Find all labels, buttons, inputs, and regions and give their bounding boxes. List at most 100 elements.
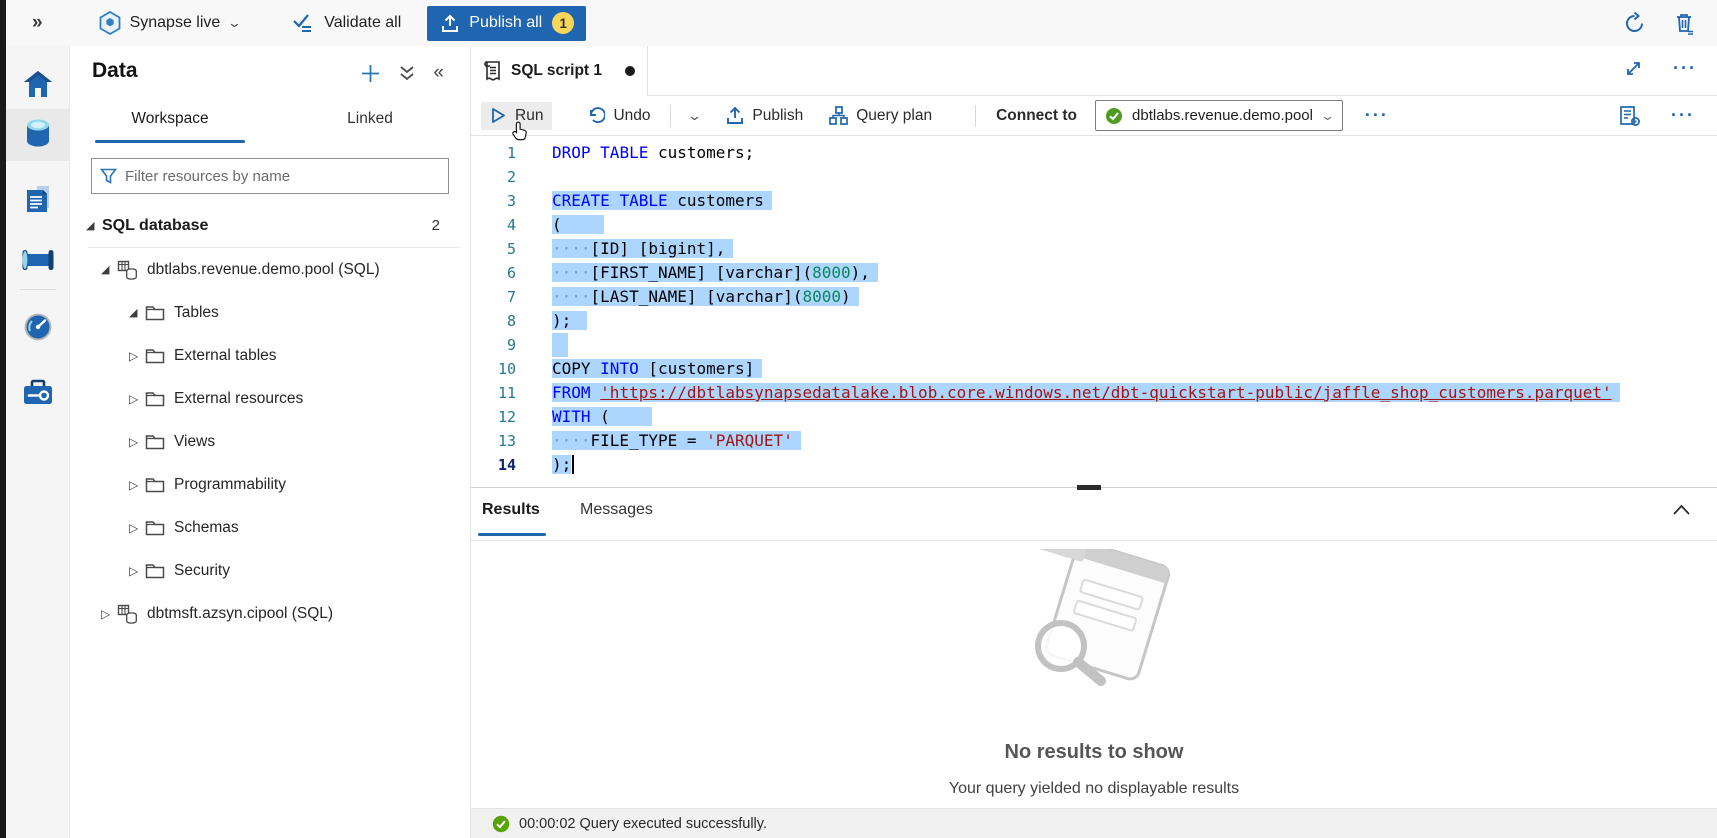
code-line-9[interactable]: 9 (471, 333, 1717, 357)
results-panel: Results Messages (471, 489, 1717, 808)
line-text: ····[LAST_NAME] [varchar](8000) (552, 285, 859, 309)
line-number: 1 (471, 141, 516, 165)
validate-all-label: Validate all (324, 14, 401, 32)
tree-item-dbtmsft-azsyn-cipool-sql[interactable]: ▷ dbtmsft.azsyn.cipool (SQL) (70, 592, 470, 635)
line-number: 8 (471, 309, 516, 333)
expand-twisty-icon[interactable]: ▷ (129, 435, 145, 449)
tree-item-schemas[interactable]: ▷Schemas (70, 506, 470, 549)
expand-panel-icon[interactable]: » (32, 12, 43, 34)
line-number: 5 (471, 237, 516, 261)
rail-item-home[interactable] (6, 60, 70, 112)
mode-picker[interactable]: Synapse live ⌄ (99, 11, 241, 35)
tree-item-views[interactable]: ▷Views (70, 420, 470, 463)
code-line-14[interactable]: 14); (471, 453, 1717, 477)
tab-linked[interactable]: Linked (270, 104, 470, 140)
tab-more-actions-icon[interactable]: ··· (1673, 58, 1697, 79)
tree-item-programmability[interactable]: ▷ Programmability (70, 463, 470, 506)
undo-redo-chevron-icon[interactable]: ⌄ (686, 108, 701, 124)
collapse-results-icon[interactable] (1672, 503, 1691, 521)
pool-name-value: dbtlabs.revenue.demo.pool (1132, 107, 1313, 124)
code-line-3[interactable]: 3CREATE TABLE customers (471, 189, 1717, 213)
rail-item-develop[interactable] (6, 175, 70, 227)
code-line-12[interactable]: 12WITH ( (471, 405, 1717, 429)
collapse-twisty-icon[interactable]: ◢ (129, 306, 145, 319)
folder-icon (145, 434, 165, 450)
code-line-11[interactable]: 11FROM 'https://dbtlabsynapsedatalake.bl… (471, 381, 1717, 405)
tree-item-label: Security (174, 562, 230, 580)
publish-button[interactable]: Publish (717, 101, 812, 130)
add-resource-icon[interactable] (360, 63, 381, 84)
collapse-all-icon[interactable] (399, 64, 415, 82)
undo-button[interactable]: Undo (578, 102, 659, 130)
validate-all-button[interactable]: Validate all (292, 13, 401, 33)
tree-item-label: dbtmsft.azsyn.cipool (SQL) (147, 605, 333, 623)
toolbar-more-icon[interactable]: ··· (1365, 105, 1389, 126)
expand-twisty-icon[interactable]: ▷ (129, 564, 145, 578)
tree-item-sql-database[interactable]: ◢SQL database2 (70, 204, 470, 247)
code-line-5[interactable]: 5 ····[ID] [bigint], (471, 237, 1717, 261)
script-settings-icon[interactable] (1619, 105, 1641, 127)
code-line-4[interactable]: 4( (471, 213, 1717, 237)
rail-item-data[interactable] (6, 109, 70, 161)
tab-messages[interactable]: Messages (580, 501, 653, 519)
tree-item-external-resources[interactable]: ▷External resources (70, 377, 470, 420)
empty-state-subtitle: Your query yielded no displayable result… (471, 780, 1717, 798)
resource-tree: ◢SQL database2◢dbtlabs.revenue.demo.pool… (70, 204, 470, 635)
data-icon (24, 118, 52, 153)
expand-twisty-icon[interactable]: ▷ (129, 392, 145, 406)
code-line-7[interactable]: 7····[LAST_NAME] [varchar](8000) (471, 285, 1717, 309)
no-results-illustration (989, 549, 1199, 709)
line-number: 9 (471, 333, 516, 357)
results-tab-strip: Results Messages (471, 489, 1717, 541)
rail-divider (20, 289, 56, 290)
folder-icon (145, 520, 165, 536)
filter-box (91, 158, 449, 194)
rail-item-manage[interactable] (6, 368, 70, 420)
tree-item-dbtlabs-revenue-demo-pool-sql[interactable]: ◢dbtlabs.revenue.demo.pool (SQL) (70, 248, 470, 291)
expand-editor-icon[interactable] (1624, 59, 1643, 78)
tree-item-external-tables[interactable]: ▷External tables (70, 334, 470, 377)
tab-workspace[interactable]: Workspace (70, 104, 270, 140)
query-plan-button[interactable]: Query plan (820, 101, 941, 130)
editor-results-splitter[interactable] (471, 487, 1717, 488)
filter-resources-input[interactable] (125, 168, 440, 185)
rail-item-integrate[interactable] (6, 236, 70, 288)
expand-twisty-icon[interactable]: ▷ (129, 349, 145, 363)
collapse-twisty-icon[interactable]: ◢ (86, 219, 102, 232)
code-line-10[interactable]: 10COPY INTO [customers] (471, 357, 1717, 381)
tab-results[interactable]: Results (482, 501, 540, 519)
line-text: DROP TABLE customers; (552, 141, 754, 165)
collapse-panel-icon[interactable]: « (433, 62, 444, 84)
code-line-1[interactable]: 1 DROP TABLE customers; (471, 141, 1717, 165)
line-text: ····[FIRST_NAME] [varchar](8000), (552, 261, 878, 285)
run-button[interactable]: Run (481, 102, 552, 130)
code-editor[interactable]: 1 DROP TABLE customers;23CREATE TABLE cus… (471, 136, 1717, 487)
publish-all-button[interactable]: Publish all 1 (427, 6, 586, 41)
line-number: 14 (471, 453, 516, 477)
line-text: ····[ID] [bigint], (552, 237, 733, 261)
refresh-icon[interactable] (1623, 12, 1646, 35)
tree-item-security[interactable]: ▷ Security (70, 549, 470, 592)
expand-twisty-icon[interactable]: ▷ (101, 607, 117, 621)
unsaved-changes-dot (625, 66, 635, 76)
expand-twisty-icon[interactable]: ▷ (129, 521, 145, 535)
tab-sql-script-1[interactable]: SQL script 1 (471, 46, 648, 96)
code-line-2[interactable]: 2 (471, 165, 1717, 189)
code-line-6[interactable]: 6 ····[FIRST_NAME] [varchar](8000), (471, 261, 1717, 285)
code-line-13[interactable]: 13····FILE_TYPE = 'PARQUET' (471, 429, 1717, 453)
connect-to-pool-select[interactable]: dbtlabs.revenue.demo.pool ⌄ (1095, 100, 1343, 131)
expand-twisty-icon[interactable]: ▷ (129, 478, 145, 492)
discard-trash-icon[interactable] (1674, 12, 1695, 35)
code-line-8[interactable]: 8); (471, 309, 1717, 333)
publish-count-badge: 1 (552, 12, 574, 34)
rail-item-monitor[interactable] (6, 303, 70, 355)
tree-item-tables[interactable]: ◢Tables (70, 291, 470, 334)
line-number: 6 (471, 261, 516, 285)
line-number: 10 (471, 357, 516, 381)
editor-more-icon[interactable]: ··· (1671, 105, 1695, 126)
tree-item-label: Programmability (174, 476, 286, 494)
folder-icon (145, 563, 165, 579)
validate-icon (292, 13, 315, 33)
undo-label: Undo (613, 107, 650, 125)
collapse-twisty-icon[interactable]: ◢ (101, 263, 117, 276)
